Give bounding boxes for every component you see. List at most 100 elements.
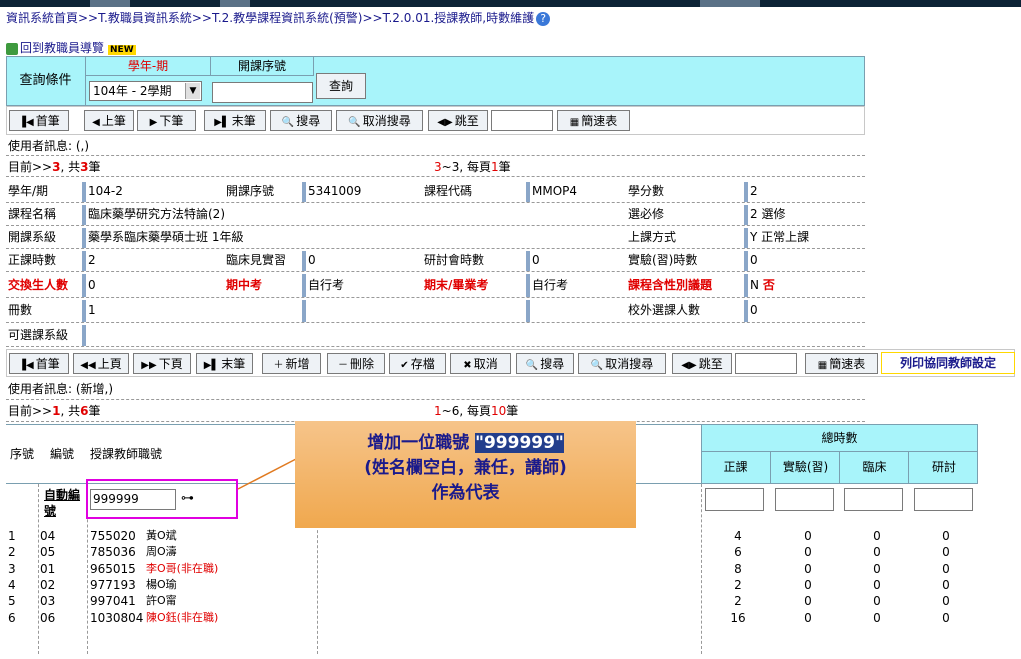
seminar-value: 0 — [532, 253, 540, 267]
hours-label: 正課時數 — [6, 251, 86, 271]
first-button[interactable]: ▐◀ 首筆 — [9, 353, 69, 374]
first-record-button[interactable]: ▐◀ 首筆 — [9, 110, 69, 131]
row-teacher-id: 965015 — [90, 561, 136, 576]
range-start: 3 — [434, 160, 442, 174]
teacher-id-input[interactable]: 999999 — [90, 489, 176, 510]
search-button[interactable]: 🔍 搜尋 — [270, 110, 332, 131]
last-label: 末筆 — [221, 357, 246, 371]
table-row[interactable]: 2 05 785036 6 0 0 0 周O濤 — [6, 544, 978, 560]
prev-record-button[interactable]: ◀ 上筆 — [84, 110, 134, 131]
back-to-staff-nav-link[interactable]: 回到教職員導覽 NEW — [6, 39, 136, 56]
detail-cancel-search-label: 取消搜尋 — [605, 357, 654, 371]
col-total-hours-header: 總時數 — [701, 424, 978, 452]
next-page-button[interactable]: ▶▶ 下頁 — [133, 353, 191, 374]
blank-label-2 — [422, 300, 530, 322]
record-counter: 目前>>3, 共3筆 — [6, 158, 101, 176]
callout-line-1a: 增加一位職號 — [367, 433, 470, 453]
cancel-search-icon: 🔍 — [590, 360, 604, 371]
cancel-search-button[interactable]: 🔍 取消搜尋 — [336, 110, 423, 131]
add-button[interactable]: ＋新增 — [262, 353, 321, 374]
new-lab-input[interactable] — [775, 488, 834, 511]
table-row[interactable]: 3 01 965015 8 0 0 0 李O哥(非在職) — [6, 561, 978, 577]
delete-button[interactable]: －刪除 — [327, 353, 385, 374]
clinic-value: 0 — [308, 253, 316, 267]
breadcrumb-text[interactable]: 資訊系統首頁>>T.教職員資訊系統>>T.2.教學課程資訊系統(預警)>>T.2… — [6, 11, 534, 25]
new-clinic-input[interactable] — [844, 488, 903, 511]
course-row-4: 正課時數 2 臨床見實習 0 研討會時數 0 實驗(習)時數 0 — [6, 251, 865, 272]
outside-value: 0 — [750, 303, 758, 317]
row-no: 02 — [40, 577, 56, 592]
term-select[interactable]: 104年 - 2學期 ▼ — [89, 81, 202, 101]
next-record-button[interactable]: ▶ 下筆 — [137, 110, 196, 131]
save-button[interactable]: ✔ 存檔 — [389, 353, 446, 374]
detail-range-mid: ~6, 每頁 — [441, 404, 491, 418]
home-icon — [6, 42, 18, 55]
table-row[interactable]: 4 02 977193 2 0 0 0 楊O瑜 — [6, 577, 978, 593]
course-no-column-header: 開課序號 — [211, 56, 314, 76]
annotation-callout: 增加一位職號 "999999" (姓名欄空白，兼任，講師) 作為代表 — [295, 421, 636, 528]
help-icon[interactable]: ? — [536, 11, 551, 26]
back-link-label[interactable]: 回到教職員導覽 — [20, 41, 104, 55]
breadcrumb[interactable]: 資訊系統首頁>>T.教職員資訊系統>>T.2.教學課程資訊系統(預警)>>T.2… — [6, 9, 551, 26]
counter-mid: , 共 — [60, 160, 81, 174]
new-seminar-input[interactable] — [914, 488, 973, 511]
course-row-2: 課程名稱 臨床藥學研究方法特論(2) 選必修 2 選修 — [6, 205, 865, 226]
prev-icon: ◀ — [92, 117, 100, 128]
row-teacher-id: 997041 — [90, 594, 136, 609]
detail-jump-label: 跳至 — [698, 357, 723, 371]
grid-icon: ▦ — [817, 360, 828, 371]
mode-label: 上課方式 — [626, 228, 748, 248]
hours-value: 2 — [88, 253, 96, 267]
new-lecture-input[interactable] — [705, 488, 764, 511]
quick-view-button[interactable]: ▦ 簡速表 — [557, 110, 630, 131]
detail-quick-view-label: 簡速表 — [829, 357, 866, 371]
print-co-teacher-button[interactable]: 列印協同教師設定 — [881, 352, 1015, 374]
last-icon: ▶▌ — [214, 117, 230, 128]
jump-icon: ◀▶ — [681, 360, 697, 371]
callout-line-1: 增加一位職號 "999999" — [295, 431, 636, 456]
detail-cancel-search-button[interactable]: 🔍 取消搜尋 — [578, 353, 666, 374]
callout-line-1b: "999999" — [475, 433, 564, 453]
seminar-label: 研討會時數 — [422, 251, 530, 271]
dept-value: 藥學系臨床藥學碩士班 1年級 — [88, 230, 244, 244]
col-seminar-header: 研討 — [908, 452, 979, 484]
detail-jump-button[interactable]: ◀▶ 跳至 — [672, 353, 732, 374]
lookup-icon[interactable]: ⊶ — [181, 491, 194, 506]
course-code-label: 課程代碼 — [422, 182, 530, 202]
last-record-button[interactable]: ▶▌ 末筆 — [204, 110, 266, 131]
user-message: 使用者訊息: (,) — [8, 139, 90, 153]
minus-icon: － — [337, 360, 348, 371]
detail-counter-row: 目前>>1, 共6筆 1~6, 每頁10筆 — [6, 402, 865, 422]
course-row-6: 冊數 1 校外選課人數 0 — [6, 300, 865, 323]
course-no-label: 開課序號 — [224, 182, 306, 202]
prev-page-icon: ◀◀ — [80, 360, 96, 371]
cancel-button[interactable]: ✖ 取消 — [450, 353, 511, 374]
prev-page-button[interactable]: ◀◀ 上頁 — [73, 353, 129, 374]
clinic-label: 臨床見實習 — [224, 251, 306, 271]
jump-to-button[interactable]: ◀▶ 跳至 — [428, 110, 488, 131]
chevron-down-icon[interactable]: ▼ — [185, 83, 200, 99]
course-code-value: MMOP4 — [532, 184, 578, 198]
detail-range-per-page: 10 — [490, 404, 507, 418]
row-teacher-name: 李O哥(非在職) — [146, 561, 219, 575]
row-seq: 6 — [8, 610, 16, 625]
table-row[interactable]: 1 04 755020 4 0 0 0 黃O斌 — [6, 528, 978, 544]
top-banner — [0, 0, 1021, 7]
lab-hours-value: 0 — [750, 253, 758, 267]
credit-label: 學分數 — [626, 182, 748, 202]
jump-to-input[interactable] — [491, 110, 553, 131]
detail-quick-view-button[interactable]: ▦ 簡速表 — [805, 353, 878, 374]
row-clinic: 0 — [873, 594, 881, 609]
detail-search-button[interactable]: 🔍 搜尋 — [516, 353, 574, 374]
detail-jump-input[interactable] — [735, 353, 797, 374]
last-button[interactable]: ▶▌ 末筆 — [196, 353, 253, 374]
course-no-input[interactable] — [212, 82, 313, 103]
page-range: 3~3, 每頁1筆 — [432, 158, 511, 176]
detail-range-start: 1 — [434, 404, 442, 418]
table-row[interactable]: 5 03 997041 2 0 0 0 許O甯 — [6, 593, 978, 609]
table-row[interactable]: 6 06 1030804 16 0 0 0 陳O鈺(非在職) — [6, 610, 978, 626]
next-icon: ▶ — [149, 117, 158, 128]
first-record-label: 首筆 — [35, 114, 60, 128]
row-seq: 5 — [8, 594, 16, 609]
query-button[interactable]: 查詢 — [316, 73, 366, 99]
